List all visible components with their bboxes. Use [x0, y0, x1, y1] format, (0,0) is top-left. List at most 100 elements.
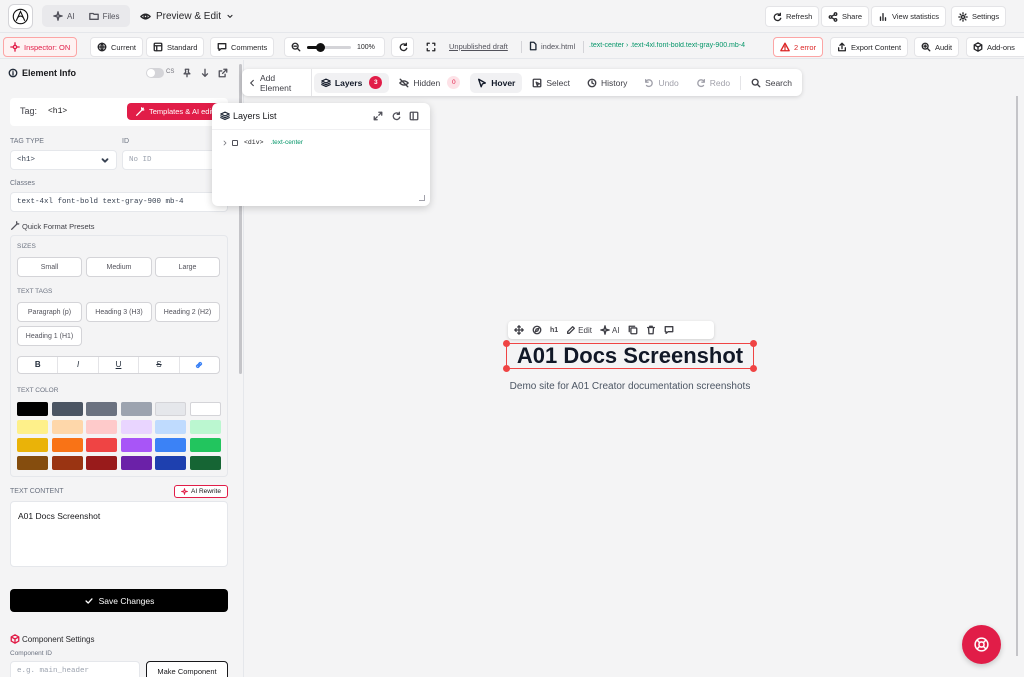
hover-mode-button[interactable]: Hover: [470, 72, 523, 93]
color-swatch[interactable]: [17, 438, 48, 452]
move-icon[interactable]: [514, 325, 524, 335]
preview-edit-dropdown[interactable]: Preview & Edit: [140, 6, 234, 26]
compass-icon[interactable]: [532, 325, 542, 335]
fullscreen-button[interactable]: [419, 37, 442, 57]
trash-icon[interactable]: [646, 325, 656, 335]
color-swatch[interactable]: [189, 402, 221, 416]
color-swatch[interactable]: [120, 438, 152, 452]
component-id-input[interactable]: e.g. main_header: [10, 661, 140, 677]
ai-rewrite-button[interactable]: AI Rewrite: [174, 485, 228, 498]
duplicate-icon[interactable]: [628, 325, 638, 335]
color-swatch[interactable]: [51, 420, 83, 434]
color-swatch[interactable]: [155, 456, 186, 470]
italic-button[interactable]: I: [58, 357, 99, 373]
element-edit-button[interactable]: Edit: [566, 325, 592, 335]
view-statistics-button[interactable]: View statistics: [871, 6, 946, 27]
layers-tab[interactable]: Layers 3: [313, 72, 390, 93]
resize-handle[interactable]: [503, 365, 510, 372]
current-button[interactable]: Current: [90, 37, 144, 57]
resize-grip-icon[interactable]: [419, 195, 425, 201]
reload-button[interactable]: [391, 37, 414, 57]
inspector-toggle[interactable]: Inspector: ON: [3, 37, 78, 57]
element-breadcrumb[interactable]: .text-center › .text-4xl.font-bold.text-…: [589, 42, 769, 49]
comments-button[interactable]: Comments: [210, 37, 275, 57]
color-swatch[interactable]: [51, 456, 83, 470]
css-toggle[interactable]: [146, 68, 164, 78]
tag-type-select[interactable]: <h1>: [10, 150, 117, 170]
color-swatch[interactable]: [86, 402, 117, 416]
redo-button[interactable]: Redo: [689, 73, 737, 93]
layer-checkbox[interactable]: [232, 139, 238, 146]
select-mode-button[interactable]: Select: [525, 73, 577, 93]
text-content-textarea[interactable]: A01 Docs Screenshot: [10, 501, 228, 567]
tab-files[interactable]: Files: [82, 7, 127, 25]
audit-button[interactable]: Audit: [914, 37, 960, 57]
color-swatch[interactable]: [86, 456, 117, 470]
chevron-right-icon[interactable]: [222, 140, 228, 146]
zoom-slider-handle[interactable]: [316, 42, 326, 52]
color-swatch[interactable]: [51, 402, 83, 416]
standard-button[interactable]: Standard: [146, 37, 205, 57]
resize-handle[interactable]: [750, 365, 757, 372]
color-swatch[interactable]: [120, 420, 152, 434]
bold-button[interactable]: B: [18, 357, 59, 373]
help-fab[interactable]: [962, 625, 1001, 664]
collapse-panel-button[interactable]: Add Element: [242, 69, 312, 96]
undo-button[interactable]: Undo: [637, 73, 685, 93]
settings-button[interactable]: Settings: [951, 6, 1007, 27]
underline-button[interactable]: U: [99, 357, 140, 373]
selected-heading[interactable]: A01 Docs Screenshot: [503, 340, 757, 372]
export-content-button[interactable]: Export Content: [830, 37, 909, 57]
tag-paragraph-button[interactable]: Paragraph (p): [17, 302, 82, 322]
unpublished-draft-link[interactable]: Unpublished draft: [449, 42, 508, 51]
resize-handle[interactable]: [750, 340, 757, 347]
color-swatch[interactable]: [155, 438, 186, 452]
refresh-icon[interactable]: [391, 111, 401, 121]
color-swatch[interactable]: [120, 402, 152, 416]
share-button[interactable]: Share: [821, 6, 870, 27]
strike-button[interactable]: S: [139, 357, 180, 373]
tag-h2-button[interactable]: Heading 2 (H2): [155, 302, 220, 322]
color-swatch[interactable]: [17, 456, 48, 470]
tag-h3-button[interactable]: Heading 3 (H3): [86, 302, 152, 322]
color-swatch[interactable]: [155, 402, 186, 416]
make-component-button[interactable]: Make Component: [146, 661, 228, 677]
comment-icon[interactable]: [664, 325, 674, 335]
tag-h1-button[interactable]: Heading 1 (H1): [17, 326, 82, 346]
zoom-slider[interactable]: [307, 42, 351, 52]
color-swatch[interactable]: [189, 438, 221, 452]
layer-item[interactable]: <div> .text-center: [222, 139, 303, 146]
tab-ai[interactable]: AI: [46, 7, 82, 25]
search-button[interactable]: Search: [744, 73, 799, 93]
external-link-icon[interactable]: [218, 68, 228, 78]
zoom-icon[interactable]: [291, 42, 301, 52]
color-swatch[interactable]: [155, 420, 186, 434]
resize-handle[interactable]: [503, 340, 510, 347]
add-ons-button[interactable]: Add-ons: [966, 37, 1024, 57]
refresh-button[interactable]: Refresh: [765, 6, 820, 27]
color-swatch[interactable]: [86, 420, 117, 434]
classes-input[interactable]: text-4xl font-bold text-gray-900 mb-4: [10, 192, 228, 212]
link-icon[interactable]: [180, 357, 219, 373]
size-medium-button[interactable]: Medium: [86, 257, 152, 277]
save-changes-button[interactable]: Save Changes: [10, 589, 228, 612]
color-swatch[interactable]: [17, 420, 48, 434]
size-large-button[interactable]: Large: [155, 257, 220, 277]
hidden-tab[interactable]: Hidden 0: [392, 73, 467, 93]
canvas-scrollbar[interactable]: [1016, 96, 1018, 656]
arrow-down-icon[interactable]: [200, 68, 210, 78]
color-swatch[interactable]: [189, 456, 221, 470]
sidebar-icon[interactable]: [409, 111, 419, 121]
expand-icon[interactable]: [373, 111, 383, 121]
error-badge[interactable]: 2 error: [773, 37, 824, 57]
element-ai-button[interactable]: AI: [600, 325, 620, 335]
color-swatch[interactable]: [189, 420, 221, 434]
color-swatch[interactable]: [51, 438, 83, 452]
app-logo[interactable]: [8, 4, 33, 29]
history-button[interactable]: History: [580, 73, 634, 93]
pin-icon[interactable]: [182, 68, 192, 78]
color-swatch[interactable]: [17, 402, 48, 416]
color-swatch[interactable]: [86, 438, 117, 452]
size-small-button[interactable]: Small: [17, 257, 82, 277]
color-swatch[interactable]: [120, 456, 152, 470]
